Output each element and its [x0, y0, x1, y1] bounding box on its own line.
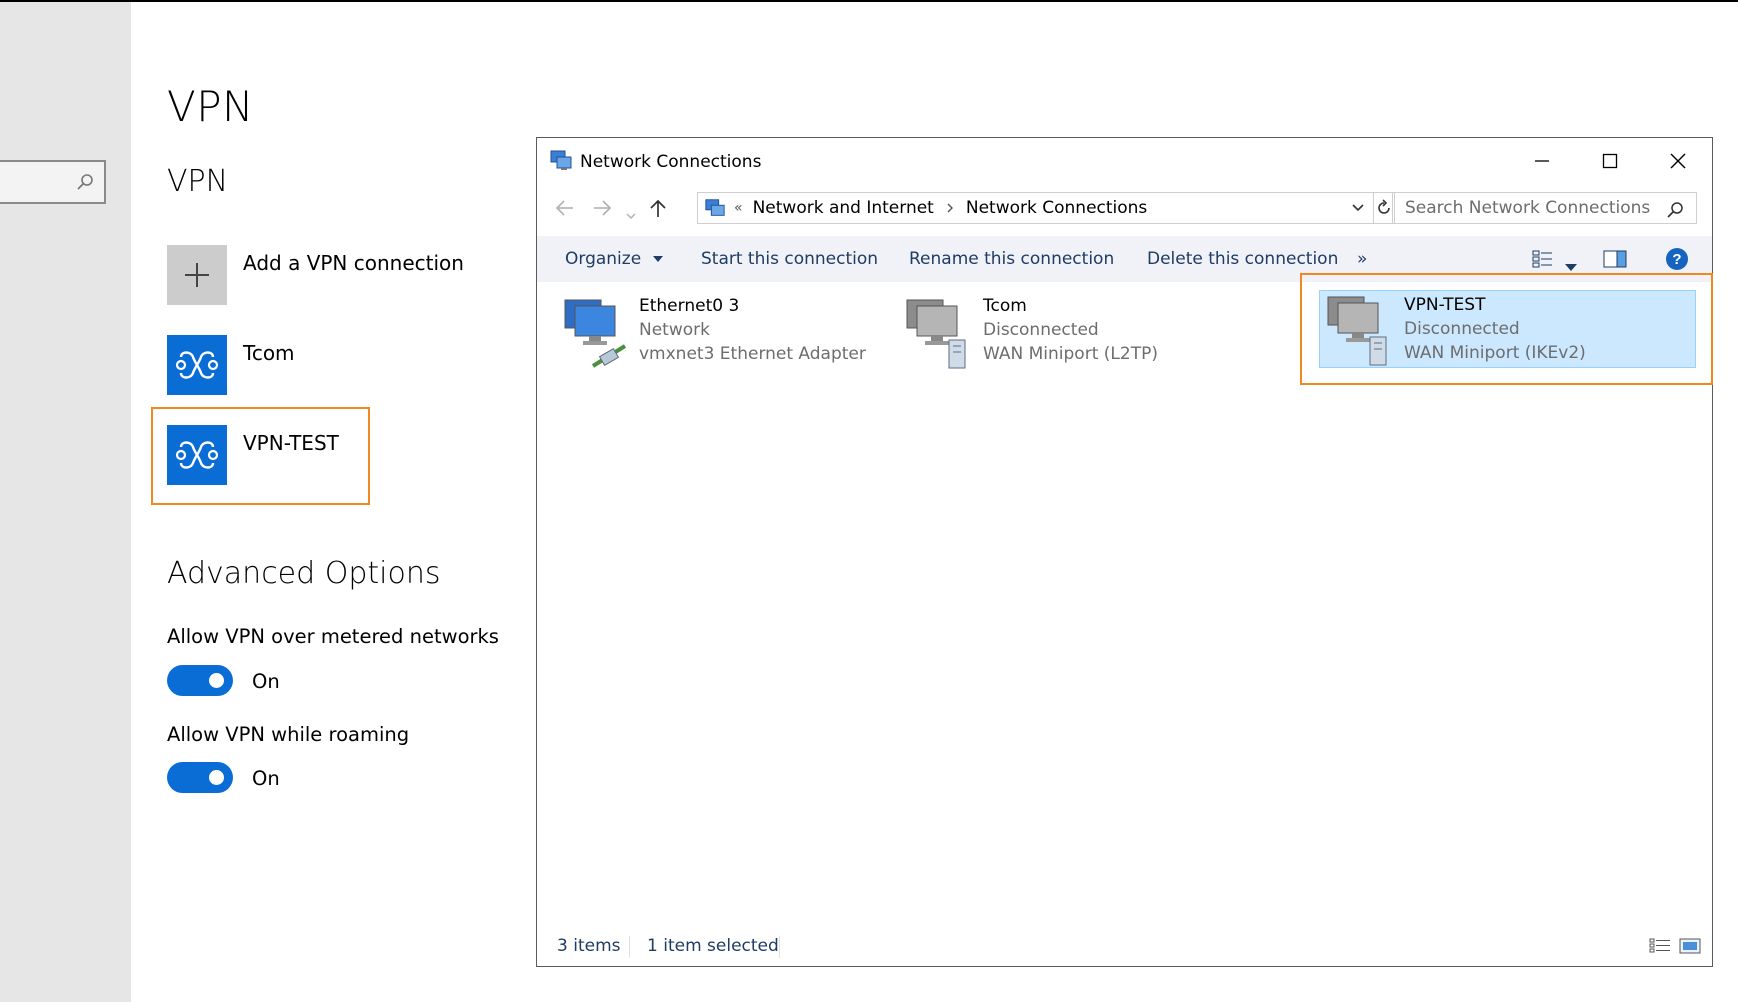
caret-down-icon	[1565, 264, 1577, 271]
title-bar[interactable]: Network Connections	[537, 138, 1712, 184]
status-divider	[629, 936, 630, 958]
preview-pane-icon	[1603, 250, 1627, 268]
add-tile	[167, 245, 227, 305]
arrow-left-icon	[555, 200, 573, 216]
up-button[interactable]	[649, 198, 667, 223]
chevron-right-icon	[947, 203, 953, 213]
change-view-button[interactable]	[1532, 250, 1554, 273]
toggle-knob	[209, 673, 224, 688]
svg-text:?: ?	[1672, 251, 1681, 268]
search-icon	[1667, 202, 1683, 218]
more-commands-button[interactable]: »	[1357, 249, 1367, 269]
large-icons-view-icon	[1679, 938, 1701, 954]
connection-device: vmxnet3 Ethernet Adapter	[639, 344, 866, 364]
metered-option-label: Allow VPN over metered networks	[167, 625, 499, 648]
refresh-icon	[1377, 199, 1390, 214]
breadcrumb-network-and-internet[interactable]: Network and Internet	[753, 198, 934, 218]
chevron-down-icon[interactable]	[1351, 203, 1365, 213]
add-vpn-label: Add a VPN connection	[243, 251, 464, 275]
plus-icon	[185, 263, 209, 287]
vpn-link-icon	[175, 351, 219, 379]
minimize-button[interactable]	[1508, 138, 1576, 184]
roaming-toggle[interactable]	[167, 762, 233, 793]
metered-toggle[interactable]	[167, 665, 233, 696]
search-icon	[77, 174, 93, 190]
network-connections-icon	[705, 199, 725, 216]
roaming-option-label: Allow VPN while roaming	[167, 723, 410, 746]
settings-search-box[interactable]	[0, 160, 106, 204]
add-vpn-connection-button[interactable]: Add a VPN connection	[167, 245, 487, 305]
connection-status: Disconnected	[983, 320, 1099, 340]
settings-sidebar	[0, 2, 131, 1002]
vpn-test-highlight	[151, 407, 370, 505]
chevron-down-icon	[626, 213, 636, 219]
window-title: Network Connections	[580, 152, 762, 172]
organize-label: Organize	[565, 249, 642, 269]
arrow-up-icon	[650, 199, 666, 217]
connection-name: Tcom	[983, 296, 1027, 316]
connection-name: Ethernet0 3	[639, 296, 740, 316]
search-placeholder: Search Network Connections	[1405, 198, 1651, 218]
breadcrumb-network-connections[interactable]: Network Connections	[966, 198, 1147, 218]
address-bar[interactable]: « Network and Internet Network Connectio…	[697, 192, 1374, 224]
organize-button[interactable]: Organize	[565, 249, 663, 269]
connection-device: WAN Miniport (L2TP)	[983, 344, 1158, 364]
delete-connection-button[interactable]: Delete this connection	[1147, 249, 1338, 269]
connection-tcom[interactable]: Tcom Disconnected WAN Miniport (L2TP)	[903, 290, 1223, 374]
top-border	[0, 0, 1738, 2]
roaming-toggle-state: On	[252, 767, 280, 790]
page-title: VPN	[167, 82, 254, 131]
forward-button[interactable]	[592, 198, 612, 222]
start-connection-button[interactable]: Start this connection	[701, 249, 878, 269]
details-view-icon	[1532, 250, 1552, 268]
close-icon	[1670, 153, 1686, 169]
toggle-knob	[209, 770, 224, 785]
vpn-item-label: Tcom	[243, 341, 295, 365]
advanced-options-title: Advanced Options	[167, 556, 441, 591]
close-button[interactable]	[1644, 138, 1712, 184]
item-count: 3 items	[557, 936, 621, 956]
help-button[interactable]: ?	[1665, 247, 1689, 276]
status-bar: 3 items 1 item selected	[537, 926, 1712, 966]
address-row: « Network and Internet Network Connectio…	[537, 184, 1712, 232]
details-view-icon	[1649, 938, 1670, 953]
minimize-icon	[1535, 160, 1549, 162]
maximize-icon	[1602, 153, 1618, 169]
vpn-item-tcom[interactable]: Tcom	[167, 335, 487, 395]
search-box[interactable]: Search Network Connections	[1392, 192, 1697, 224]
network-connections-icon	[550, 150, 572, 170]
wan-miniport-icon	[906, 299, 966, 369]
recent-locations-button[interactable]	[625, 202, 637, 226]
arrow-right-icon	[594, 200, 612, 216]
connection-status: Network	[639, 320, 710, 340]
metered-toggle-state: On	[252, 670, 280, 693]
section-title: VPN	[167, 164, 229, 199]
help-icon: ?	[1666, 248, 1688, 270]
rename-connection-button[interactable]: Rename this connection	[909, 249, 1114, 269]
vpn-tile	[167, 335, 227, 395]
network-connections-window: Network Connections « Network and Intern…	[536, 137, 1713, 967]
details-view-button[interactable]	[1649, 938, 1671, 959]
back-button[interactable]	[555, 198, 575, 222]
large-icons-view-button[interactable]	[1679, 938, 1701, 959]
selection-count: 1 item selected	[647, 936, 779, 956]
vpn-test-connection-highlight	[1300, 273, 1713, 385]
connection-ethernet[interactable]: Ethernet0 3 Network vmxnet3 Ethernet Ada…	[559, 290, 879, 374]
caret-down-icon	[652, 256, 663, 262]
maximize-button[interactable]	[1576, 138, 1644, 184]
status-divider	[779, 936, 780, 958]
preview-pane-button[interactable]	[1603, 250, 1627, 273]
ethernet-adapter-icon	[564, 299, 627, 368]
breadcrumb-overflow[interactable]: «	[734, 200, 743, 216]
